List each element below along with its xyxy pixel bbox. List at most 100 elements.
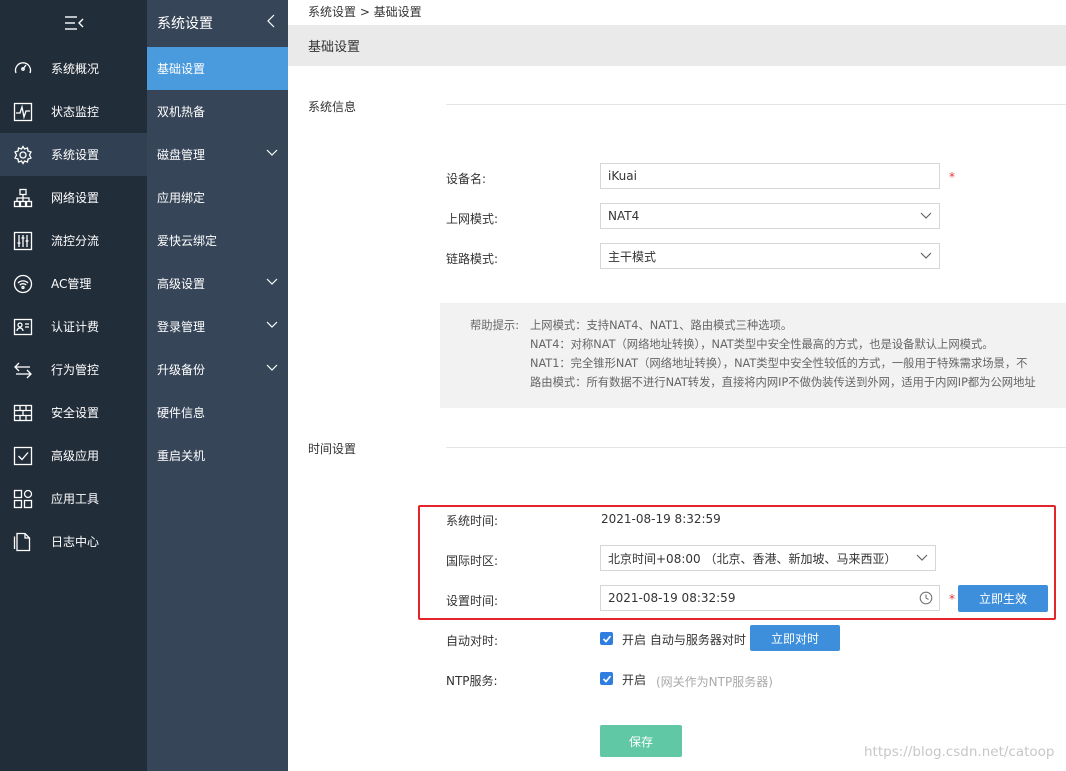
check-box-icon xyxy=(12,445,34,467)
submenu-item-upgrade-backup[interactable]: 升级备份 xyxy=(147,348,288,391)
ntp-service-checkbox[interactable] xyxy=(600,672,613,685)
submenu-item-label: 基础设置 xyxy=(157,62,206,76)
sidebar-item-auth-billing[interactable]: 认证计费 xyxy=(0,305,147,348)
firewall-icon xyxy=(12,402,34,424)
sidebar-item-monitor[interactable]: 状态监控 xyxy=(0,90,147,133)
wifi-icon xyxy=(12,273,34,295)
ntp-service-text: 开启 xyxy=(622,673,647,687)
uplink-mode-select[interactable]: NAT4 xyxy=(600,203,940,229)
sidebar-item-label: 状态监控 xyxy=(51,105,100,119)
arrows-icon xyxy=(12,359,34,381)
main-sidebar: 系统概况 状态监控 系统设置 网络设置 流控分流 AC管理 认证计费 行为管控 … xyxy=(0,0,147,771)
link-mode-value: 主干模式 xyxy=(608,249,657,264)
submenu-item-ikuai-cloud-binding[interactable]: 爱快云绑定 xyxy=(147,219,288,262)
help-line-routing: 路由模式：所有数据不进行NAT转发，直接将内网IP不做伪装传送到外网，适用于内网… xyxy=(530,376,1036,389)
monitor-icon xyxy=(12,101,34,123)
sidebar-item-label: 日志中心 xyxy=(51,535,100,549)
check-icon xyxy=(602,674,611,683)
section-divider xyxy=(446,447,1066,448)
submenu-item-app-binding[interactable]: 应用绑定 xyxy=(147,176,288,219)
chevron-left-icon[interactable] xyxy=(266,13,276,29)
submenu-item-label: 双机热备 xyxy=(157,105,206,119)
required-mark: * xyxy=(949,170,955,184)
chevron-down-icon xyxy=(266,321,278,328)
device-name-input[interactable]: iKuai xyxy=(600,163,940,189)
device-name-value: iKuai xyxy=(608,169,637,183)
submenu-header: 系统设置 xyxy=(147,0,288,46)
hamburger-collapse-icon[interactable] xyxy=(62,15,86,31)
auto-sync-checkbox[interactable] xyxy=(600,632,613,645)
section-divider xyxy=(446,104,1066,105)
page-title: 基础设置 xyxy=(308,40,361,55)
submenu-item-label: 硬件信息 xyxy=(157,406,206,420)
help-line-nat4: NAT4：对称NAT（网络地址转换），NAT类型中安全性最高的方式，也是设备默认… xyxy=(530,338,994,351)
tools-grid-icon xyxy=(12,488,34,510)
chevron-down-icon xyxy=(920,252,932,259)
help-line-uplink-mode: 上网模式：支持NAT4、NAT1、路由模式三种选项。 xyxy=(530,319,793,332)
submenu-item-label: 应用绑定 xyxy=(157,191,206,205)
sidebar-item-ac-management[interactable]: AC管理 xyxy=(0,262,147,305)
submenu-panel: 系统设置 基础设置 双机热备 磁盘管理 应用绑定 爱快云绑定 高级设置 登录管理… xyxy=(147,0,288,771)
submenu-item-label: 重启关机 xyxy=(157,449,206,463)
help-tips-box: 帮助提示: 上网模式：支持NAT4、NAT1、路由模式三种选项。 NAT4：对称… xyxy=(440,303,1066,408)
network-icon xyxy=(12,187,34,209)
submenu-item-label: 升级备份 xyxy=(157,363,206,377)
sidebar-item-security[interactable]: 安全设置 xyxy=(0,391,147,434)
sidebar-item-overview[interactable]: 系统概况 xyxy=(0,47,147,90)
main-content: 系统设置 > 基础设置 基础设置 系统信息 设备名: iKuai * 上网模式:… xyxy=(288,0,1066,771)
submenu-item-advanced-settings[interactable]: 高级设置 xyxy=(147,262,288,305)
sidebar-item-app-tools[interactable]: 应用工具 xyxy=(0,477,147,520)
sidebar-item-flow-control[interactable]: 流控分流 xyxy=(0,219,147,262)
uplink-mode-value: NAT4 xyxy=(608,209,640,223)
chevron-down-icon xyxy=(266,278,278,285)
submenu-item-disk-management[interactable]: 磁盘管理 xyxy=(147,133,288,176)
help-line-nat1: NAT1：完全锥形NAT（网络地址转换），NAT类型中安全性较低的方式，一般用于… xyxy=(530,357,1028,370)
breadcrumb[interactable]: 系统设置 > 基础设置 xyxy=(308,3,422,20)
ntp-service-hint: (网关作为NTP服务器) xyxy=(656,675,773,689)
sidebar-item-label: 流控分流 xyxy=(51,234,100,248)
link-mode-select[interactable]: 主干模式 xyxy=(600,243,940,269)
sliders-icon xyxy=(12,230,34,252)
save-button[interactable]: 保存 xyxy=(600,725,682,757)
submenu-item-label: 爱快云绑定 xyxy=(157,234,218,248)
submenu-item-label: 登录管理 xyxy=(157,320,206,334)
sidebar-item-label: AC管理 xyxy=(51,277,92,291)
submenu-item-login-management[interactable]: 登录管理 xyxy=(147,305,288,348)
page-title-bar: 基础设置 xyxy=(288,25,1066,66)
sidebar-item-label: 应用工具 xyxy=(51,492,100,506)
submenu-item-reboot-shutdown[interactable]: 重启关机 xyxy=(147,434,288,477)
submenu-item-label: 高级设置 xyxy=(157,277,206,291)
highlight-box xyxy=(418,505,1056,620)
device-name-label: 设备名: xyxy=(446,172,487,186)
id-card-icon xyxy=(12,316,34,338)
sidebar-item-system-settings[interactable]: 系统设置 xyxy=(0,133,147,176)
gear-icon xyxy=(12,144,34,166)
dashboard-icon xyxy=(12,58,34,80)
chevron-down-icon xyxy=(266,149,278,156)
chevron-down-icon xyxy=(920,212,932,219)
sidebar-item-behavior-control[interactable]: 行为管控 xyxy=(0,348,147,391)
sidebar-item-label: 网络设置 xyxy=(51,191,100,205)
sidebar-item-log-center[interactable]: 日志中心 xyxy=(0,520,147,563)
sidebar-toggle[interactable] xyxy=(0,0,147,46)
sidebar-item-label: 高级应用 xyxy=(51,449,100,463)
submenu-item-hot-standby[interactable]: 双机热备 xyxy=(147,90,288,133)
sidebar-item-label: 认证计费 xyxy=(51,320,100,334)
submenu-title: 系统设置 xyxy=(157,16,213,32)
sidebar-item-advanced-apps[interactable]: 高级应用 xyxy=(0,434,147,477)
sidebar-item-label: 安全设置 xyxy=(51,406,100,420)
check-icon xyxy=(602,634,611,643)
sync-now-button[interactable]: 立即对时 xyxy=(750,625,840,651)
auto-sync-label: 自动对时: xyxy=(446,634,499,648)
link-mode-label: 链路模式: xyxy=(446,252,499,266)
auto-sync-text: 开启 自动与服务器对时 xyxy=(622,633,746,647)
submenu-item-hardware-info[interactable]: 硬件信息 xyxy=(147,391,288,434)
uplink-mode-label: 上网模式: xyxy=(446,212,499,226)
section-title-time-settings: 时间设置 xyxy=(308,442,357,456)
help-prefix: 帮助提示: xyxy=(470,319,519,332)
document-icon xyxy=(12,531,34,553)
submenu-item-label: 磁盘管理 xyxy=(157,148,206,162)
submenu-item-basic-settings[interactable]: 基础设置 xyxy=(147,47,288,90)
sidebar-item-network[interactable]: 网络设置 xyxy=(0,176,147,219)
watermark: https://blog.csdn.net/catoop xyxy=(864,744,1055,760)
